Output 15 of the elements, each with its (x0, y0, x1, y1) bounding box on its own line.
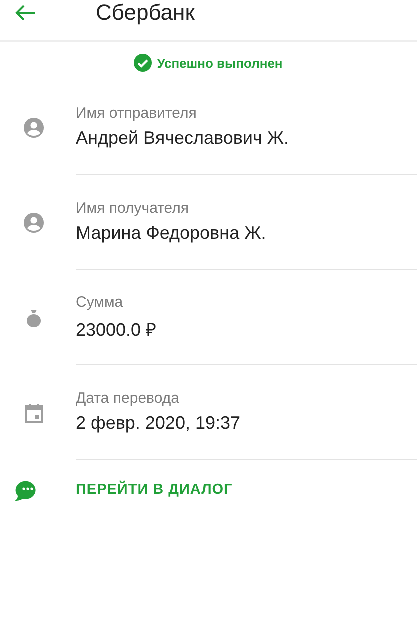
field-value: 2 февр. 2020, 19:37 (76, 413, 242, 434)
status-text: Успешно выполнен (157, 56, 283, 70)
field-label: Имя отправителя (76, 105, 198, 122)
person-icon (22, 116, 46, 140)
field-value: Марина Федоровна Ж. (76, 223, 268, 244)
field-label: Дата перевода (76, 390, 180, 407)
person-icon (22, 210, 46, 234)
field-label: Сумма (76, 294, 124, 310)
window-title: Сбербанк (96, 0, 195, 26)
check-icon (134, 54, 152, 72)
field-label: Имя получателя (76, 200, 190, 217)
open-dialog-link[interactable]: ПЕРЕЙТИ В ДИАЛОГ (76, 478, 233, 502)
back-arrow-icon[interactable] (14, 4, 36, 22)
field-value: Андрей Вячеславович Ж. (76, 128, 290, 149)
field-value: 23000.0 ₽ (76, 318, 158, 340)
